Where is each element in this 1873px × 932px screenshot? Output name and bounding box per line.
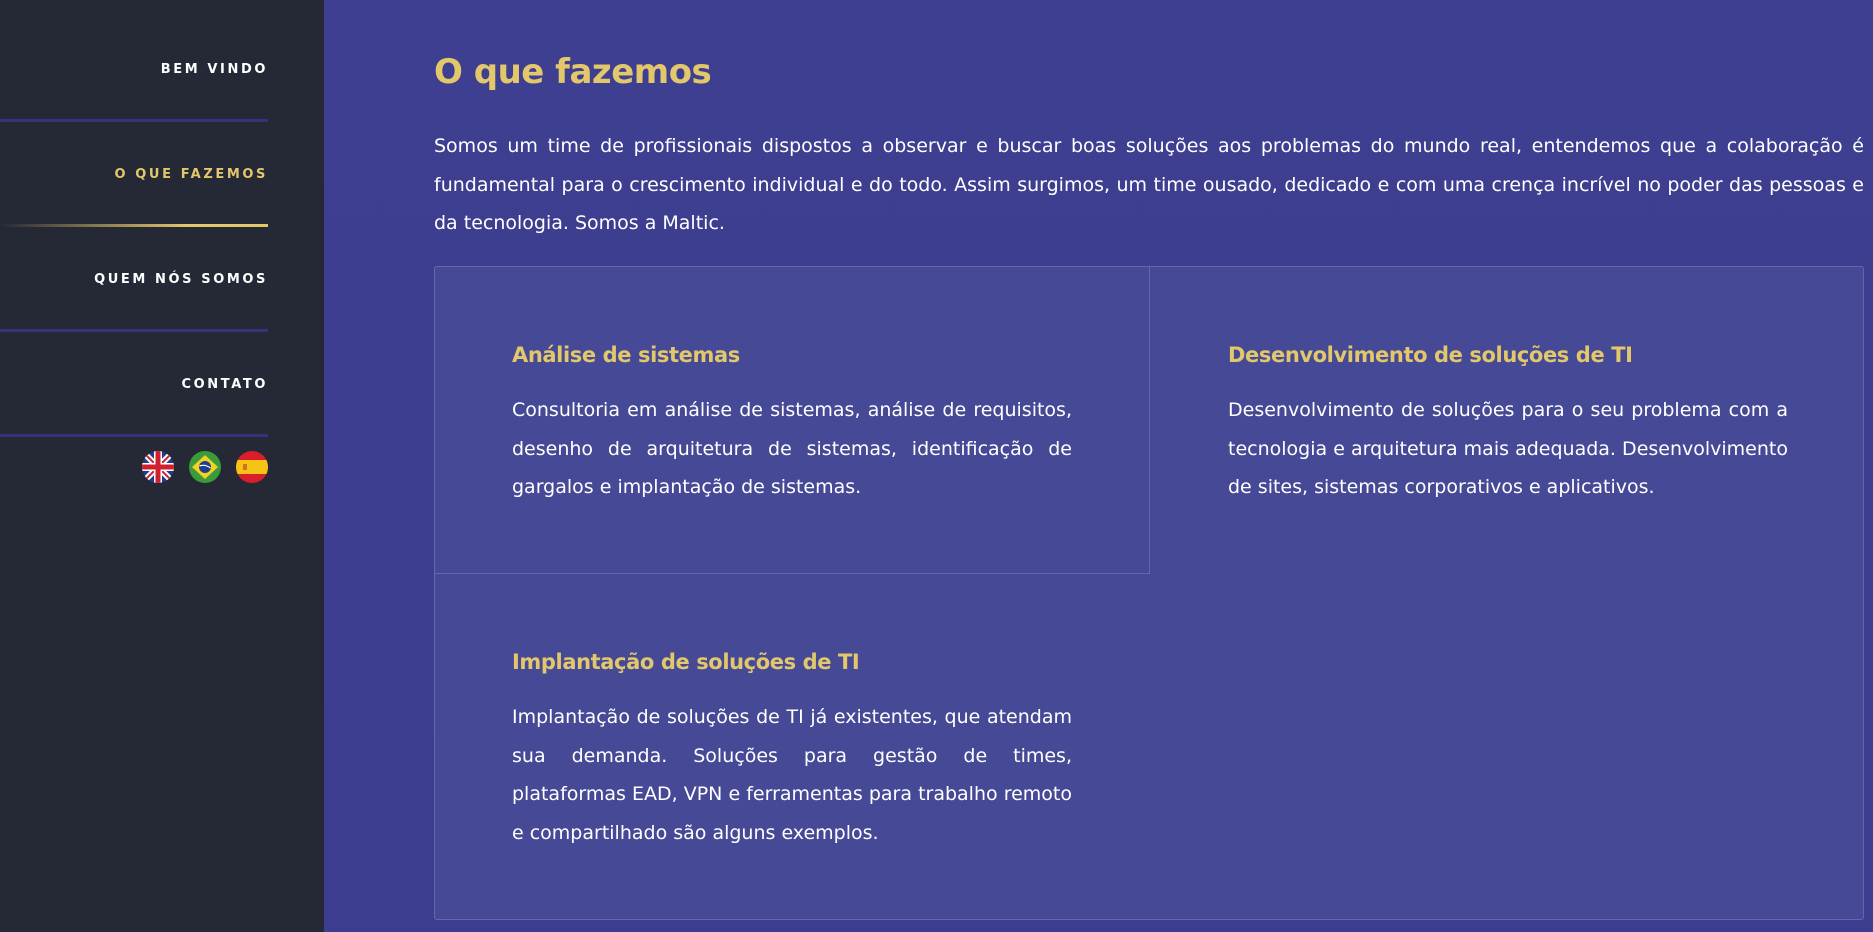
service-title: Análise de sistemas bbox=[512, 343, 740, 367]
nav-item-label: CONTATO bbox=[181, 377, 268, 392]
nav-item-quem-nos-somos[interactable]: QUEM NÓS SOMOS bbox=[0, 227, 268, 332]
nav-item-label: O QUE FAZEMOS bbox=[114, 167, 268, 182]
services-grid: Análise de sistemas Consultoria em análi… bbox=[434, 266, 1864, 920]
service-card-implantacao: Implantação de soluções de TI Implantaçã… bbox=[435, 574, 1150, 920]
nav-item-o-que-fazemos[interactable]: O QUE FAZEMOS bbox=[0, 122, 268, 227]
spain-flag-icon[interactable] bbox=[236, 451, 268, 483]
page-title: O que fazemos bbox=[434, 52, 712, 92]
service-card-analise: Análise de sistemas Consultoria em análi… bbox=[435, 267, 1150, 574]
service-card-desenvolvimento: Desenvolvimento de soluções de TI Desenv… bbox=[1150, 267, 1864, 574]
service-title: Desenvolvimento de soluções de TI bbox=[1228, 343, 1633, 367]
brazil-flag-icon[interactable] bbox=[189, 451, 221, 483]
uk-flag-icon[interactable] bbox=[142, 451, 174, 483]
service-description: Implantação de soluções de TI já existen… bbox=[512, 706, 1072, 844]
nav-item-contato[interactable]: CONTATO bbox=[0, 332, 268, 437]
nav-item-bem-vindo[interactable]: BEM VINDO bbox=[0, 17, 268, 122]
main-content: O que fazemos Somos um time de profissio… bbox=[324, 0, 1873, 932]
service-description: Desenvolvimento de soluções para o seu p… bbox=[1228, 399, 1788, 498]
service-title: Implantação de soluções de TI bbox=[512, 650, 860, 674]
service-description: Consultoria em análise de sistemas, anál… bbox=[512, 399, 1072, 498]
language-selector bbox=[142, 451, 268, 483]
sidebar: BEM VINDO O QUE FAZEMOS QUEM NÓS SOMOS C… bbox=[0, 0, 324, 932]
nav-item-label: QUEM NÓS SOMOS bbox=[94, 272, 268, 287]
intro-paragraph: Somos um time de profissionais dispostos… bbox=[434, 135, 1864, 234]
nav-item-label: BEM VINDO bbox=[160, 62, 268, 77]
